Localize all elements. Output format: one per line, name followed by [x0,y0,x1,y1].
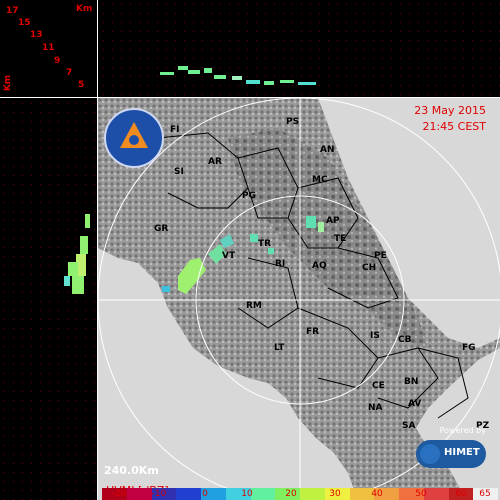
city-vt: VT [222,251,236,261]
city-pg: PG [242,191,256,201]
radar-map-view: Km 17 15 13 11 9 7 5 Km PS AN FI AR SI P… [0,0,500,500]
city-na: NA [368,403,383,413]
city-tr: TR [258,239,272,249]
range-label: 240.0Km [104,464,159,477]
legend-tick: 10 [241,489,253,499]
city-sa: SA [402,421,416,431]
legend-tick: 30 [329,489,341,499]
legend-tick: 65 [479,489,491,499]
city-is: IS [370,331,380,341]
city-lt: LT [274,343,285,353]
city-ap: AP [326,216,340,226]
city-ar: AR [208,157,222,167]
city-fi: FI [170,125,180,135]
legend-tick: -20 [111,489,127,499]
time-label: 21:45 CEST [422,120,486,133]
shield-icon [120,122,148,148]
legend-tick: 20 [285,489,297,499]
city-bn: BN [404,377,419,387]
city-ch: CH [362,263,377,273]
city-cb: CB [398,335,412,345]
legend-tick: 50 [415,489,427,499]
city-te: TE [334,234,347,244]
city-pe: PE [374,251,387,261]
legend-tick: -10 [151,489,167,499]
city-si: SI [174,167,184,177]
himet-text: HIMET [444,447,480,458]
city-ps: PS [286,117,300,127]
city-mc: MC [312,175,328,185]
city-ri: RI [275,259,286,269]
legend-tick: 60 [455,489,467,499]
date-label: 23 May 2015 [414,104,486,117]
legend-tick: 40 [371,489,383,499]
city-an: AN [320,145,335,155]
city-av: AV [408,399,422,409]
city-fg: FG [462,343,476,353]
city-ce: CE [372,381,385,391]
powered-by-label: Powered by [439,426,486,435]
protezione-civile-logo [104,108,164,168]
legend-tick: 0 [202,489,208,499]
city-fr: FR [306,327,320,337]
himet-logo: Powered by HIMET [416,426,486,470]
city-rm: RM [246,301,262,311]
city-aq: AQ [312,261,327,271]
city-gr: GR [154,224,169,234]
